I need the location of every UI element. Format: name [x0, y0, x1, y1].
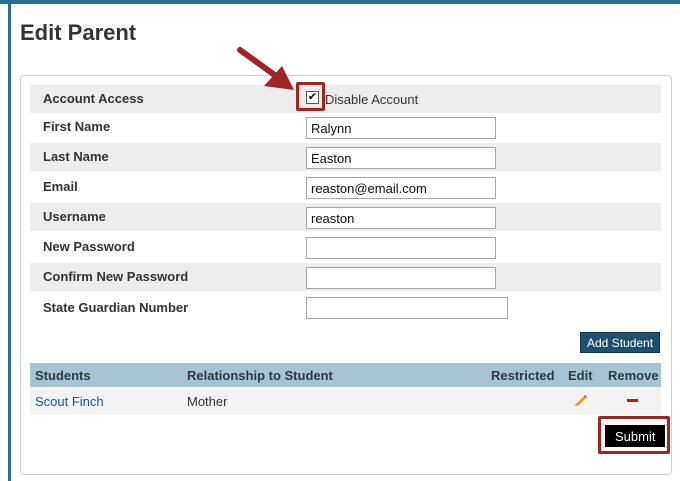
students-table-header: Students Relationship to Student Restric… — [30, 363, 661, 387]
relationship-cell: Mother — [187, 394, 228, 409]
left-border — [8, 4, 11, 481]
confirm-password-input[interactable] — [306, 267, 496, 289]
header-students: Students — [35, 368, 91, 383]
username-input[interactable] — [306, 207, 496, 229]
header-relationship: Relationship to Student — [187, 368, 333, 383]
header-restricted: Restricted — [491, 368, 555, 383]
state-guardian-number-input[interactable] — [306, 297, 508, 319]
minus-icon[interactable] — [627, 399, 638, 402]
submit-button[interactable]: Submit — [605, 425, 666, 447]
pencil-icon[interactable] — [574, 393, 588, 407]
header-remove: Remove — [608, 368, 659, 383]
arrow-icon — [237, 47, 294, 90]
header-edit: Edit — [568, 368, 593, 383]
email-input[interactable] — [306, 177, 496, 199]
checkbox-highlight — [296, 82, 325, 111]
last-name-label: Last Name — [43, 149, 109, 164]
disable-account-label: Disable Account — [325, 92, 419, 107]
new-password-input[interactable] — [306, 237, 496, 259]
state-guardian-number-label: State Guardian Number — [43, 300, 189, 315]
account-access-label: Account Access — [43, 91, 144, 106]
email-label: Email — [43, 179, 78, 194]
student-link[interactable]: Scout Finch — [35, 394, 104, 409]
first-name-label: First Name — [43, 119, 111, 134]
username-label: Username — [43, 209, 106, 224]
page-title: Edit Parent — [20, 20, 137, 45]
top-border — [0, 0, 680, 4]
new-password-label: New Password — [43, 239, 135, 254]
table-row: Scout Finch Mother — [30, 387, 661, 415]
last-name-input[interactable] — [306, 147, 496, 169]
confirm-password-label: Confirm New Password — [43, 269, 189, 284]
first-name-input[interactable] — [306, 117, 496, 139]
add-student-button[interactable]: Add Student — [580, 332, 661, 353]
